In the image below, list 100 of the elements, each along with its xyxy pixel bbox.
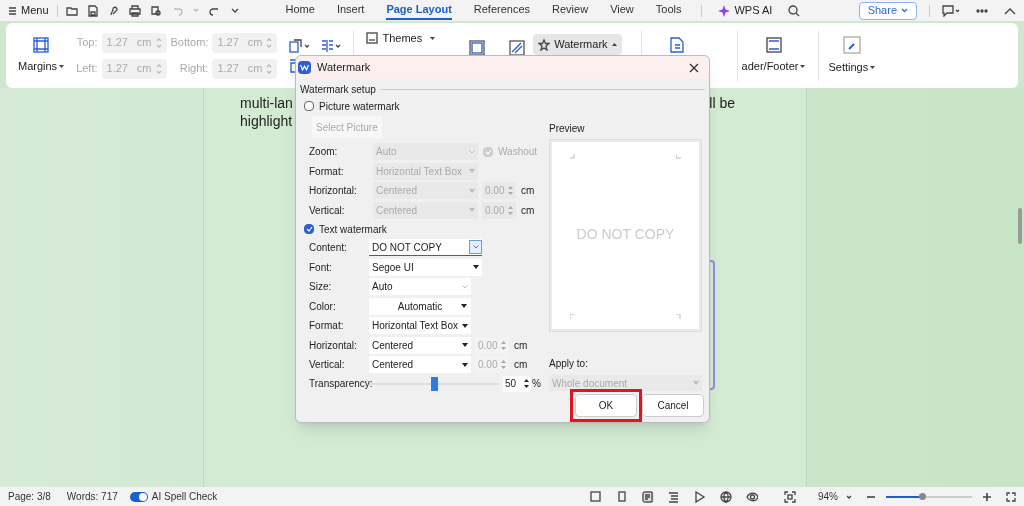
dropdown-field[interactable]: Centered [369,356,471,374]
checkbox[interactable] [304,224,314,234]
mobile-icon[interactable] [616,490,628,503]
field-label: Left: [76,61,98,77]
header-footer-button[interactable]: ader/Footer [741,36,806,75]
toggle-switch[interactable] [129,491,148,502]
corner-mark-icon [676,154,681,159]
document-text: ll be [709,94,735,112]
caret-icon [430,36,436,40]
settings-icon [842,35,861,54]
field-label: Content: [309,241,348,256]
close-icon[interactable] [689,62,699,73]
menu-tab[interactable]: References [473,1,531,20]
dialog-button[interactable]: Cancel [642,394,704,417]
menu-tab[interactable]: Review [552,1,589,20]
save-icon[interactable] [86,4,99,17]
section-label: Watermark setup [300,83,376,97]
field-label: Bottom: [170,35,209,51]
dropdown-field[interactable]: Segoe UI [369,258,482,276]
orientation-icon[interactable] [289,38,310,53]
field-label: Vertical: [309,358,346,373]
field-label: Vertical: [309,203,346,218]
menu-tab[interactable]: Home [285,1,315,20]
more-icon[interactable] [976,8,988,13]
themes-icon [366,32,379,45]
input-field[interactable]: DO NOT COPY [369,239,482,257]
margins-button[interactable]: Margins [18,36,65,75]
spin-icon [266,36,273,49]
watermark-button[interactable]: Watermark [533,34,622,55]
settings-button[interactable]: Settings [828,35,876,76]
collapse-icon[interactable] [1004,6,1016,15]
caret-icon [473,265,479,270]
caret-icon [462,362,468,367]
menu-button[interactable]: Menu [8,2,49,19]
field-label: Horizontal: [309,184,358,199]
comment-icon[interactable] [942,4,960,17]
menu-tab[interactable]: Insert [336,1,365,20]
text-direction-icon[interactable] [668,37,685,53]
header-footer-icon [765,36,782,53]
preview-label: Preview [549,122,586,136]
field-label: Apply to: [549,357,589,371]
scrollbar-thumb[interactable] [1018,208,1022,244]
wps-ai-button[interactable]: WPS AI [718,2,773,19]
brush-icon[interactable] [107,4,120,17]
dropdown-field[interactable]: Centered [369,336,471,354]
folder-icon[interactable] [65,4,78,17]
caret-icon [846,494,852,499]
caret-icon [693,381,699,385]
print-icon[interactable] [128,4,141,17]
spin-icon [508,185,513,197]
print-preview-icon[interactable] [149,4,162,17]
share-button[interactable]: Share [858,1,917,20]
menu-tab[interactable]: View [610,1,634,20]
field-label: Zoom: [309,145,339,160]
fit-page-icon[interactable] [784,490,796,503]
checkbox-label: Washout [498,145,538,160]
caret-icon [469,169,475,174]
field-label: Top: [76,35,98,51]
caret-icon [462,343,468,348]
checkbox-label: Text watermark [319,222,387,237]
menu-tab[interactable]: Page Layout [386,1,452,20]
zoom-slider[interactable] [886,495,972,498]
menu-tab[interactable]: Tools [655,1,682,20]
watermark-icon [538,38,551,51]
dropdown-field: Whole document [549,375,702,391]
page-view-icon[interactable] [642,490,654,503]
caret-icon [611,43,617,46]
dialog-button[interactable]: OK [575,394,637,417]
reading-mode-icon[interactable] [590,490,602,503]
field-label: Size: [309,280,333,295]
caret-icon [462,323,468,328]
zoom-in-icon[interactable] [982,491,992,502]
field-label: Format: [309,319,345,334]
caret-icon [901,8,908,13]
themes-button[interactable]: Themes [366,30,436,47]
fullscreen-icon[interactable] [1006,491,1016,502]
dropdown-field: Centered [373,201,478,219]
spin-icon [155,62,162,75]
globe-icon[interactable] [720,490,732,503]
spin-field[interactable]: 50 [503,375,531,392]
dropdown-field[interactable]: Auto [369,278,471,296]
corner-mark-icon [676,314,681,319]
search-icon[interactable] [788,4,801,17]
page-count: Page: 3/8 [8,490,51,504]
field-label: Format: [309,164,345,179]
dropdown-field[interactable]: Horizontal Text Box [369,317,471,335]
page-color-icon[interactable] [509,40,526,56]
checkbox[interactable] [304,101,314,111]
corner-mark-icon [570,154,575,159]
outline-icon[interactable] [668,490,680,503]
slider-thumb[interactable] [431,376,438,391]
slider-thumb[interactable] [919,492,927,500]
columns-icon[interactable] [321,38,342,53]
zoom-dropdown[interactable]: 94% [818,489,852,504]
eye-icon[interactable] [746,490,758,503]
dropdown-field[interactable]: Automatic [369,297,471,315]
play-icon[interactable] [694,490,706,503]
field-label: Horizontal: [309,338,358,353]
unit-label: cm [521,203,535,218]
page-border-icon[interactable] [469,40,486,56]
